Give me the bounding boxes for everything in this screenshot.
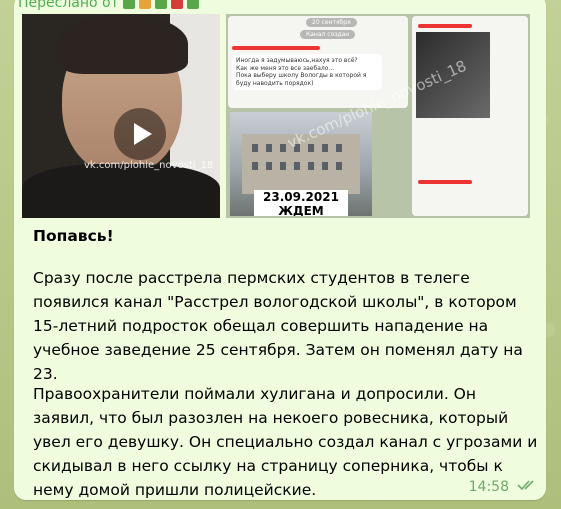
date-chip: 20 сентября xyxy=(306,18,357,27)
message-title: Попавсь! xyxy=(33,227,114,245)
forwarded-header[interactable]: Переслано от xyxy=(18,0,199,12)
message-time: 14:58 xyxy=(468,479,509,495)
emoji-icon xyxy=(122,0,135,9)
window-shape xyxy=(308,144,314,152)
window-shape xyxy=(322,144,328,152)
message-paragraph: Правоохранители поймали хулигана и допро… xyxy=(33,385,538,499)
chat-screenshot-right xyxy=(412,16,528,216)
window-shape xyxy=(336,162,342,170)
play-icon[interactable] xyxy=(114,108,166,160)
window-shape xyxy=(336,144,342,152)
emoji-icon xyxy=(186,0,199,9)
video-thumbnail[interactable]: vk.com/plohie_novosti_18 xyxy=(22,14,220,218)
video-person-hair xyxy=(58,14,188,74)
window-shape xyxy=(280,162,286,170)
window-shape xyxy=(252,162,258,170)
window-shape xyxy=(280,144,286,152)
video-watermark: vk.com/plohie_novosti_18 xyxy=(84,160,214,171)
channel-chip: Канал создан xyxy=(300,30,356,39)
forwarded-label: Переслано от xyxy=(18,0,119,11)
video-person-shirt xyxy=(22,164,220,218)
read-checkmarks-icon xyxy=(517,479,537,495)
message-meta: 14:58 xyxy=(469,479,537,495)
window-shape xyxy=(266,144,272,152)
chat-message: Иногда я задумываюсь,нахуя это всё? Как … xyxy=(232,54,382,90)
window-shape xyxy=(322,162,328,170)
window-shape xyxy=(252,144,258,152)
window-shape xyxy=(308,162,314,170)
redaction-line xyxy=(418,24,472,28)
redaction-line xyxy=(418,180,472,184)
emoji-icon xyxy=(138,0,151,9)
emoji-icon xyxy=(170,0,183,9)
redaction-line xyxy=(232,46,320,50)
message-paragraph: Сразу после расстрела пермских студентов… xyxy=(33,269,523,383)
image-collage[interactable]: 20 сентября Канал создан Иногда я задумы… xyxy=(226,14,530,218)
stamp-word: ЖДЕМ xyxy=(278,203,324,216)
window-shape xyxy=(294,162,300,170)
window-shape xyxy=(266,162,272,170)
stamp-date: 23.09.2021 xyxy=(263,190,339,204)
emoji-icon xyxy=(154,0,167,9)
date-stamp: 23.09.2021 ЖДЕМ xyxy=(254,190,348,216)
